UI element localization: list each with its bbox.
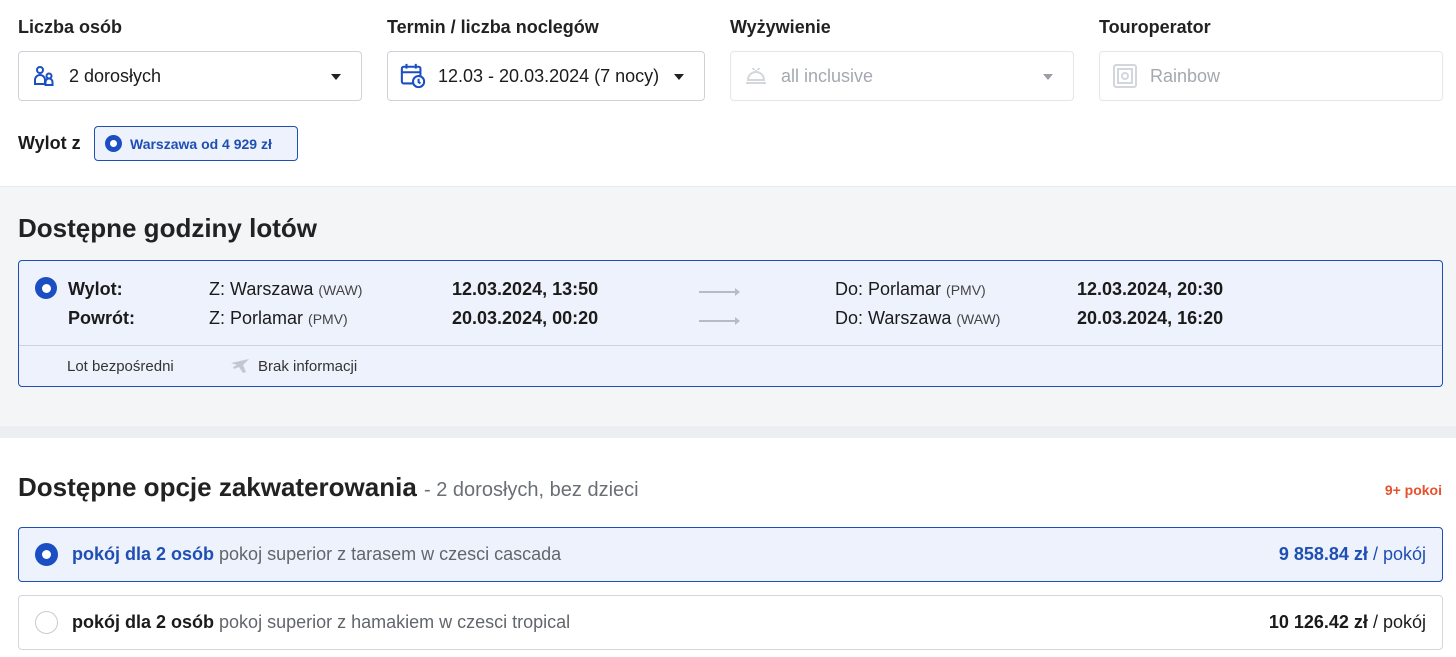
flight-arrival-datetime: 12.03.2024, 20:30 xyxy=(1077,279,1224,299)
section-gap xyxy=(0,426,1456,438)
flight-departure-datetime: 20.03.2024, 00:20 xyxy=(452,308,599,328)
chevron-down-icon xyxy=(1043,74,1053,80)
room-price-unit: / pokój xyxy=(1372,612,1426,632)
term-value: 12.03 - 20.03.2024 (7 nocy) xyxy=(438,65,660,86)
flight-from: Z: Porlamar (PMV) xyxy=(209,308,348,329)
room-price-value: 9 858.84 zł xyxy=(1278,544,1368,564)
persons-icon xyxy=(31,62,57,90)
arrow-right-icon xyxy=(699,317,740,325)
room-description: pokoj superior z hamakiem w czesci tropi… xyxy=(219,612,571,632)
flight-from-city: Z: Porlamar xyxy=(209,308,304,328)
flight-to: Do: Porlamar (PMV) xyxy=(835,279,986,300)
room-description: pokoj superior z tarasem w czesci cascad… xyxy=(219,544,562,564)
flight-from-code: (WAW) xyxy=(318,282,363,298)
radio-empty-icon[interactable] xyxy=(35,611,58,634)
room-name: pokój dla 2 osób pokoj superior z tarase… xyxy=(72,544,561,565)
flight-to-city: Do: Warszawa xyxy=(835,308,952,328)
flight-to: Do: Warszawa (WAW) xyxy=(835,308,1000,329)
operator-field[interactable]: Rainbow xyxy=(1099,51,1443,101)
flight-option-card[interactable]: Wylot: Z: Warszawa (WAW) 12.03.2024, 13:… xyxy=(18,260,1443,387)
flight-from: Z: Warszawa (WAW) xyxy=(209,279,362,300)
flight-row-label: Powrót: xyxy=(68,308,135,328)
room-name-text: pokój dla 2 osób xyxy=(72,612,215,632)
room-price-unit: / pokój xyxy=(1372,544,1426,564)
flight-row-label: Wylot: xyxy=(68,279,123,299)
arrow-right-icon xyxy=(699,288,740,296)
room-price: 10 126.42 zł / pokój xyxy=(1269,612,1426,633)
filters-section: Liczba osób 2 dorosłych Termin / liczba … xyxy=(0,0,1456,186)
room-price: 9 858.84 zł / pokój xyxy=(1279,544,1426,565)
departure-label: Wylot z xyxy=(18,133,81,153)
term-select[interactable]: 12.03 - 20.03.2024 (7 nocy) xyxy=(387,51,705,101)
flight-arrival-datetime: 20.03.2024, 16:20 xyxy=(1077,308,1224,328)
departure-chip-warszawa[interactable]: Warszawa od 4 929 zł xyxy=(94,126,298,161)
persons-value: 2 dorosłych xyxy=(69,65,162,86)
rooms-title: Dostępne opcje zakwaterowania - 2 dorosł… xyxy=(18,472,639,503)
persons-select[interactable]: 2 dorosłych xyxy=(18,51,362,101)
board-select[interactable]: all inclusive xyxy=(730,51,1074,101)
flight-row-outbound: Wylot: Z: Warszawa (WAW) 12.03.2024, 13:… xyxy=(19,279,1442,305)
operator-value: Rainbow xyxy=(1150,65,1221,86)
flight-from-city: Z: Warszawa xyxy=(209,279,314,299)
direct-flight-info: Lot bezpośredni xyxy=(67,358,174,375)
chevron-down-icon xyxy=(674,74,684,80)
food-icon xyxy=(743,62,769,90)
departure-chip-label: Warszawa od 4 929 zł xyxy=(130,135,272,152)
radio-selected-icon xyxy=(105,135,122,152)
radio-selected-icon[interactable] xyxy=(35,543,58,566)
rooms-count-badge: 9+ pokoi xyxy=(1384,482,1442,498)
flight-row-return: Powrót: Z: Porlamar (PMV) 20.03.2024, 00… xyxy=(19,308,1442,334)
chevron-down-icon xyxy=(331,74,341,80)
rooms-title-text: Dostępne opcje zakwaterowania xyxy=(18,472,417,502)
flight-to-code: (WAW) xyxy=(956,311,1001,327)
flight-from-code: (PMV) xyxy=(308,311,348,327)
room-name: pokój dla 2 osób pokoj superior z hamaki… xyxy=(72,612,570,633)
flight-to-city: Do: Porlamar xyxy=(835,279,942,299)
flight-departure-datetime: 12.03.2024, 13:50 xyxy=(452,279,599,299)
flight-to-code: (PMV) xyxy=(946,282,986,298)
rooms-subtitle: - 2 dorosłych, bez dzieci xyxy=(424,479,639,501)
calendar-clock-icon xyxy=(400,62,426,90)
room-option[interactable]: pokój dla 2 osób pokoj superior z hamaki… xyxy=(18,595,1443,650)
operator-label: Touroperator xyxy=(1099,17,1211,37)
divider xyxy=(19,345,1442,346)
flights-title: Dostępne godziny lotów xyxy=(18,213,317,243)
room-price-value: 10 126.42 zł xyxy=(1268,612,1368,632)
aircraft-info: Brak informacji xyxy=(258,358,358,375)
room-option[interactable]: pokój dla 2 osób pokoj superior z tarase… xyxy=(18,527,1443,582)
board-label: Wyżywienie xyxy=(730,17,831,37)
room-name-text: pokój dla 2 osób xyxy=(72,544,215,564)
board-value: all inclusive xyxy=(781,65,874,86)
rooms-section: Dostępne opcje zakwaterowania - 2 dorosł… xyxy=(0,438,1456,657)
term-label: Termin / liczba noclegów xyxy=(387,17,599,37)
flights-section: Dostępne godziny lotów Wylot: Z: Warszaw… xyxy=(0,186,1456,426)
plane-icon xyxy=(231,359,249,373)
safe-icon xyxy=(1112,62,1138,90)
persons-label: Liczba osób xyxy=(18,17,123,37)
